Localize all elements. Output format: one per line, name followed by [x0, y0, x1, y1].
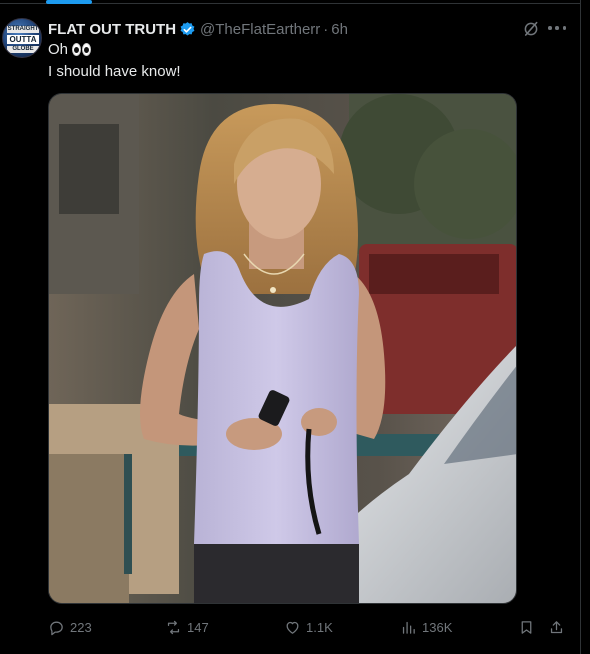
views-count: 136K	[422, 619, 453, 635]
reply-button[interactable]: 223	[48, 616, 92, 638]
eyes-emoji-icon	[72, 43, 92, 56]
reply-count: 223	[70, 619, 92, 635]
avatar-text-bot: GLOBE	[7, 46, 39, 53]
tweet-text-line-2: I should have know!	[48, 63, 181, 80]
like-count: 1.1K	[306, 619, 333, 635]
separator-dot: ·	[323, 20, 329, 38]
more-icon[interactable]	[548, 26, 566, 32]
tweet-text-line-1: Oh	[48, 41, 92, 58]
verified-badge-icon	[180, 21, 195, 36]
author-name[interactable]: FLAT OUT TRUTH	[48, 21, 176, 38]
column-divider	[580, 0, 581, 654]
share-button[interactable]	[548, 616, 570, 638]
tweet-photo[interactable]	[48, 93, 517, 604]
reply-icon	[50, 621, 63, 635]
views-icon	[402, 621, 415, 634]
like-button[interactable]: 1.1K	[284, 616, 333, 638]
bookmark-icon	[521, 620, 532, 634]
active-tab-indicator	[46, 0, 92, 4]
views-button[interactable]: 136K	[400, 616, 452, 638]
avatar[interactable]: STRAIGHT OUTTA GLOBE	[2, 18, 42, 58]
bookmark-button[interactable]	[518, 616, 540, 638]
avatar-text-top: STRAIGHT	[7, 26, 39, 33]
repost-count: 147	[187, 619, 209, 635]
repost-icon	[167, 620, 180, 634]
avatar-text-mid: OUTTA	[7, 35, 39, 44]
tweet-header: FLAT OUT TRUTH @TheFlatEartherr · 6h	[48, 19, 348, 39]
author-handle[interactable]: @TheFlatEartherr	[200, 21, 320, 38]
photo-illustration	[49, 94, 516, 603]
tweet-time[interactable]: 6h	[331, 21, 348, 38]
repost-button[interactable]: 147	[165, 616, 209, 638]
grok-icon[interactable]	[522, 20, 540, 38]
share-icon	[550, 620, 563, 633]
heart-icon	[286, 621, 299, 634]
tweet-text-oh: Oh	[48, 41, 69, 58]
action-bar: 223 147 1.1K 136K	[48, 616, 568, 638]
